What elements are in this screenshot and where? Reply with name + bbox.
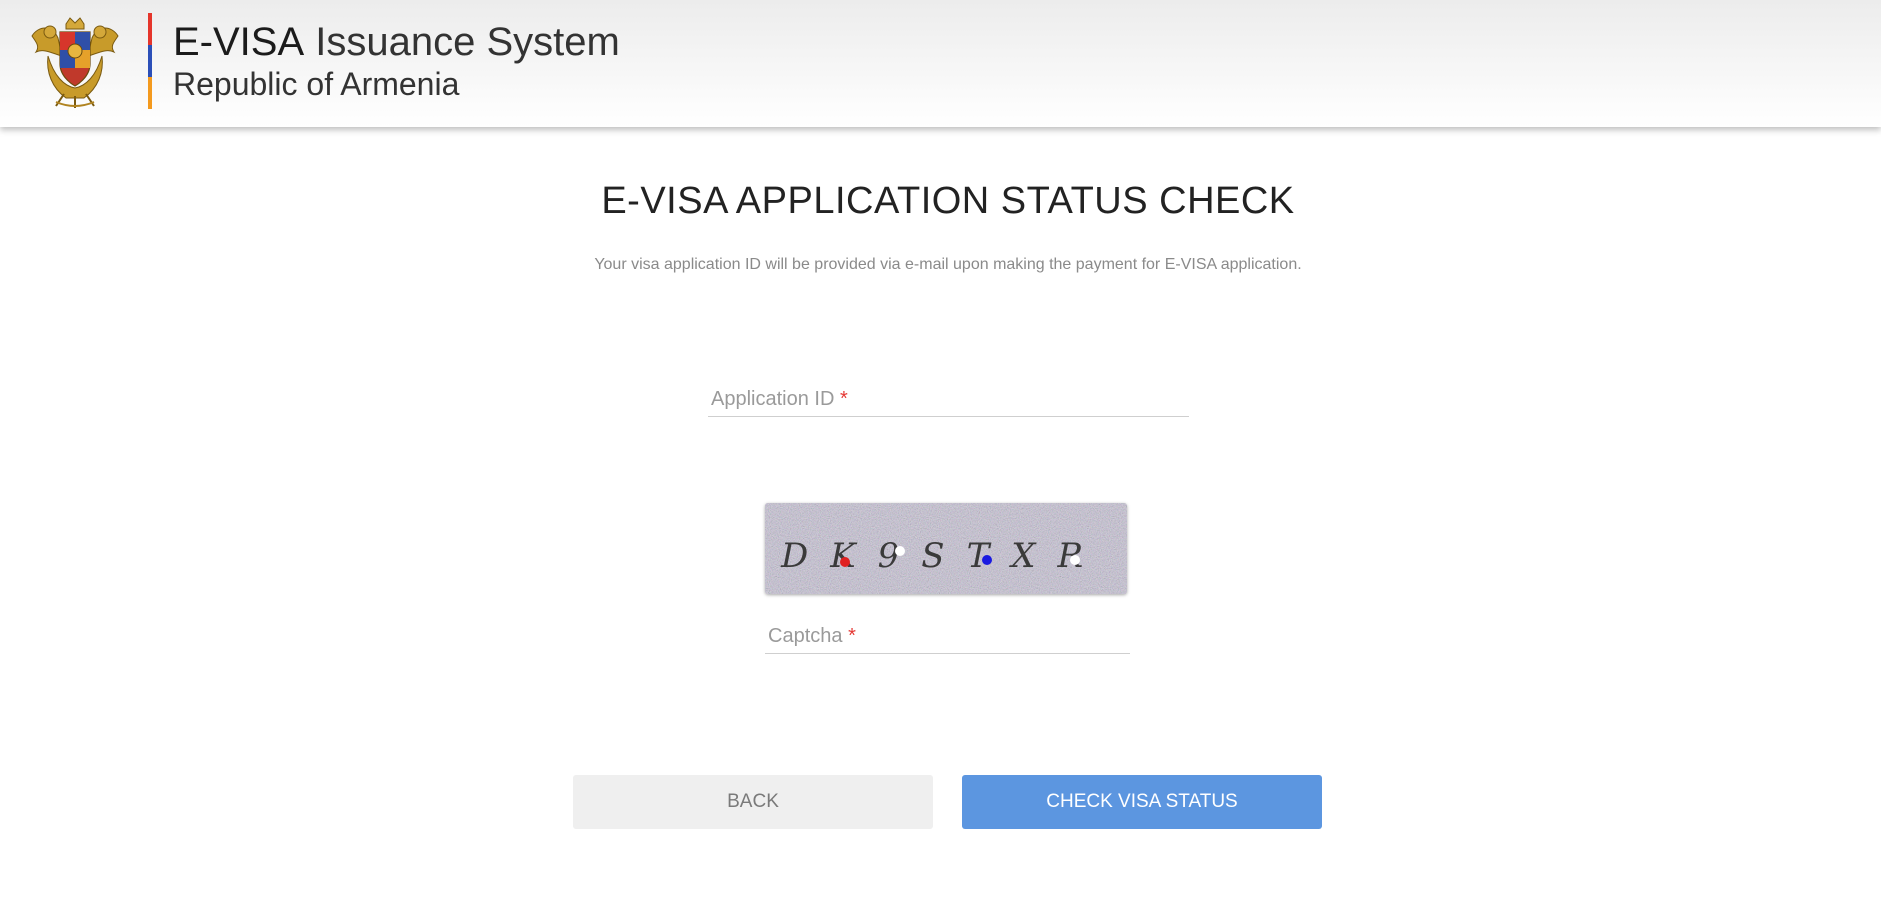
site-title-strong: E-VISA [173,20,305,64]
site-title-rest: Issuance System [304,20,620,64]
captcha-input[interactable] [765,623,1134,655]
flag-stripe-red [148,13,152,45]
site-header: E-VISA Issuance System Republic of Armen… [0,0,1881,127]
captcha-image-drawing: DK9STXR [765,503,1127,594]
site-title: E-VISA Issuance System [173,18,620,66]
back-button[interactable]: BACK [573,775,933,829]
application-id-field[interactable]: Application ID * [708,386,1193,418]
flag-stripe-blue [148,45,152,77]
captcha-field[interactable]: Captcha * [765,623,1134,655]
site-subtitle: Republic of Armenia [173,66,460,102]
page-note: Your visa application ID will be provide… [594,256,1302,273]
application-id-input[interactable] [708,386,1193,418]
flag-color-bar [148,13,152,109]
check-visa-status-button[interactable]: CHECK VISA STATUS [962,775,1322,829]
captcha-text: DK9STXR [780,536,1105,576]
armenia-coat-of-arms-icon [31,17,119,108]
page-title: E-VISA APPLICATION STATUS CHECK [601,180,1295,222]
captcha-image: DK9STXR [765,503,1127,594]
flag-stripe-orange [148,77,152,109]
